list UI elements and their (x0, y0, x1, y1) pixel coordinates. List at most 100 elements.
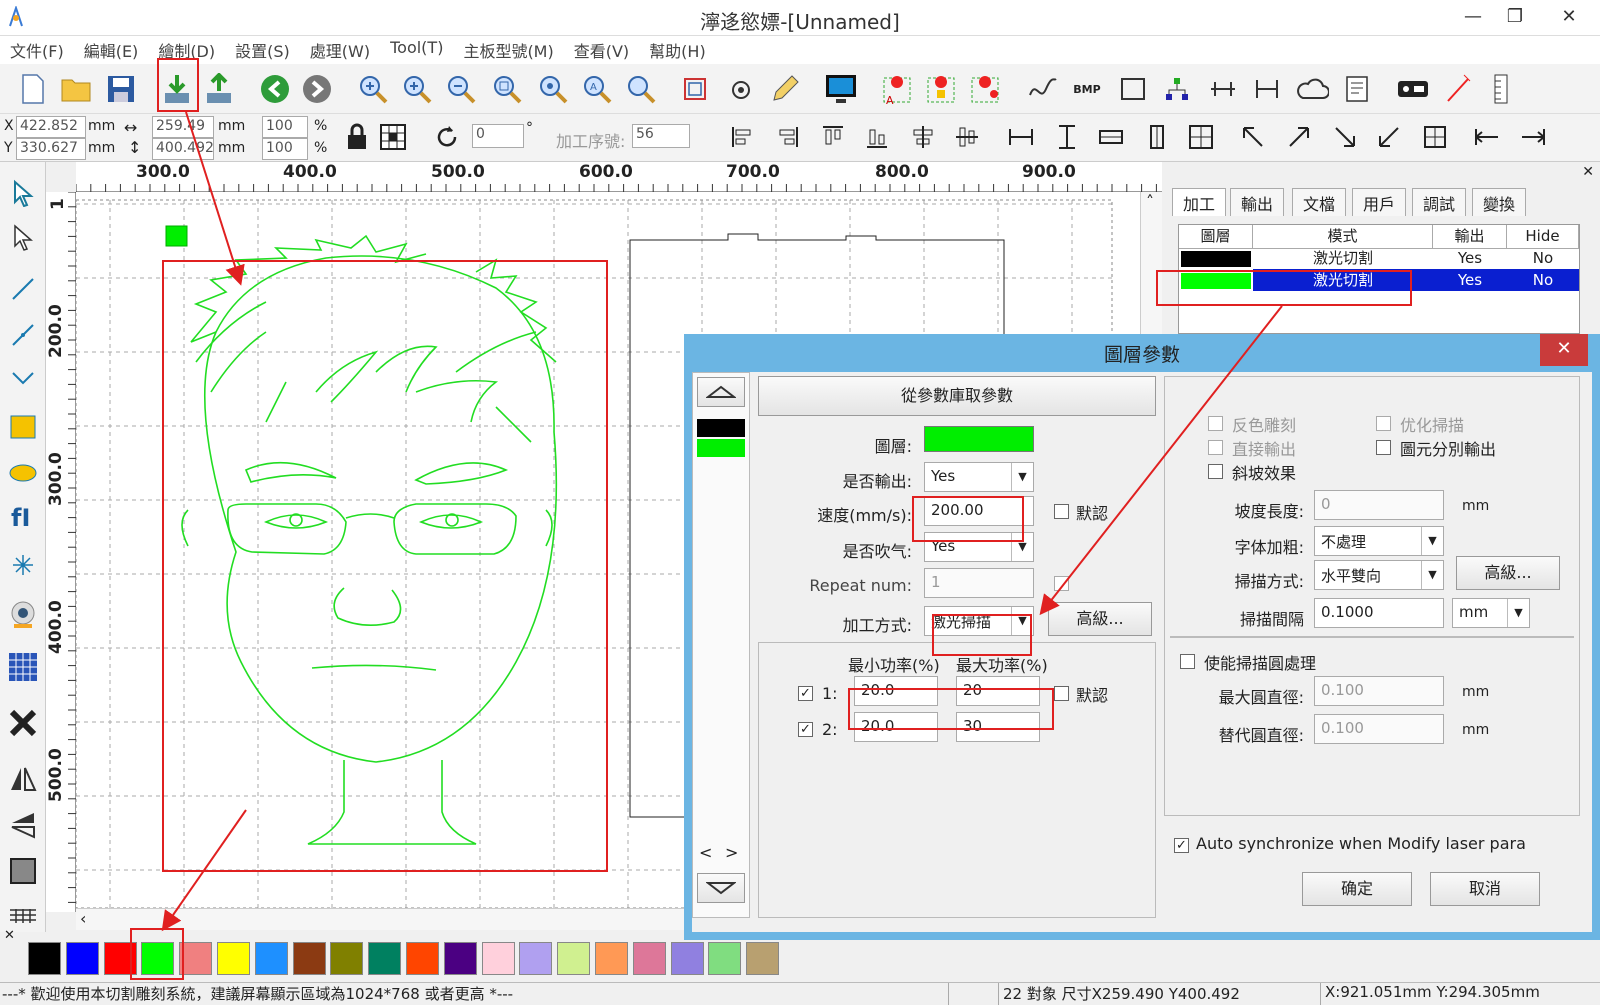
move-left-icon[interactable] (1472, 122, 1502, 152)
frame-tool-icon[interactable] (6, 854, 40, 888)
slope-effect-checkbox[interactable] (1208, 464, 1223, 479)
save-icon[interactable] (102, 70, 140, 108)
tab-output[interactable]: 輸出 (1230, 188, 1285, 216)
open-folder-icon[interactable] (58, 70, 96, 108)
grid-position-icon[interactable] (378, 122, 408, 152)
monitor-icon[interactable] (822, 70, 860, 108)
back-arrow-icon[interactable] (256, 70, 294, 108)
get-params-button[interactable]: 從參數庫取參數 (758, 376, 1156, 416)
align-vcenter-icon[interactable] (952, 122, 982, 152)
menu-file[interactable]: 文件(F) (0, 36, 74, 64)
layer-row-2-output[interactable]: Yes (1433, 269, 1507, 291)
layer-color-box[interactable] (924, 426, 1034, 452)
curve-icon[interactable] (1024, 70, 1062, 108)
align-bottom-icon[interactable] (862, 122, 892, 152)
curve-tool-icon[interactable] (6, 364, 40, 398)
point-tool-icon[interactable] (6, 548, 40, 582)
machine-icon[interactable] (1394, 70, 1432, 108)
measure-icon[interactable] (1204, 70, 1242, 108)
optimize-scan-checkbox[interactable] (1376, 416, 1391, 431)
h-distribute-icon[interactable] (1096, 122, 1126, 152)
align-left-icon[interactable] (728, 122, 758, 152)
zoom-selected-icon[interactable] (622, 70, 660, 108)
tab-debug[interactable]: 調試 (1412, 188, 1467, 216)
zoom-all-icon[interactable]: A (578, 70, 616, 108)
align-hcenter-icon[interactable] (908, 122, 938, 152)
zoom-page-icon[interactable] (488, 70, 526, 108)
camera-icon[interactable] (6, 598, 40, 632)
scale-width-field[interactable]: 100 (262, 116, 308, 138)
width-field[interactable]: 259.49 (152, 116, 214, 138)
slope-length-input[interactable]: 0 (1314, 490, 1444, 520)
repeat-checkbox[interactable] (1054, 576, 1069, 591)
palette-swatch[interactable] (557, 942, 591, 975)
layer-row-2-hide[interactable]: No (1507, 269, 1579, 291)
forward-arrow-icon[interactable] (298, 70, 336, 108)
x-coord-field[interactable]: 422.852 (16, 116, 86, 138)
palette-swatch[interactable] (632, 942, 666, 975)
direct-output-checkbox[interactable] (1208, 440, 1223, 455)
palette-swatch[interactable] (443, 942, 477, 975)
y-coord-field[interactable]: 330.627 (16, 138, 86, 160)
alt-circle-input[interactable]: 0.100 (1314, 714, 1444, 744)
reverse-engrave-checkbox[interactable] (1208, 416, 1223, 431)
palette-swatch[interactable] (519, 942, 553, 975)
edit-node-icon[interactable] (766, 70, 804, 108)
height-field[interactable]: 400.492 (152, 138, 214, 160)
minimize-button[interactable]: — (1452, 2, 1494, 32)
laser-icon[interactable] (1440, 70, 1478, 108)
tab-transform[interactable]: 變換 (1472, 188, 1527, 216)
scroll-up-icon[interactable]: ˄ (1146, 192, 1154, 211)
same-width-icon[interactable] (1006, 122, 1036, 152)
eye-icon[interactable] (722, 70, 760, 108)
align-right-icon[interactable] (772, 122, 802, 152)
palette-swatch[interactable] (708, 942, 742, 975)
distance-icon[interactable] (1248, 70, 1286, 108)
palette-swatch[interactable] (217, 942, 250, 975)
speed-default-checkbox[interactable] (1054, 504, 1069, 519)
zoom-in-icon[interactable] (354, 70, 392, 108)
layer-params-icon[interactable] (1338, 70, 1376, 108)
auto-sync-checkbox[interactable]: ✓ (1174, 838, 1189, 853)
palette-swatch[interactable] (595, 942, 628, 975)
move-bottomleft-icon[interactable] (1374, 122, 1404, 152)
maximize-button[interactable]: ❐ (1494, 2, 1536, 32)
line-icon[interactable] (6, 272, 40, 306)
menu-tool[interactable]: Tool(T) (380, 36, 453, 64)
new-file-icon[interactable] (14, 70, 52, 108)
power-1-checkbox[interactable]: ✓ (798, 686, 813, 701)
layer-swatch-green[interactable] (697, 439, 745, 457)
max-circle-input[interactable]: 0.100 (1314, 676, 1444, 706)
output-select[interactable]: Yes ▼ (924, 462, 1034, 492)
palette-swatch[interactable] (179, 942, 213, 975)
palette-swatch[interactable] (406, 942, 439, 975)
scroll-up-button[interactable] (697, 377, 745, 407)
mirror-horizontal-icon[interactable] (6, 762, 40, 796)
scroll-down-button[interactable] (697, 873, 745, 903)
layer-row-1-hide[interactable]: No (1507, 247, 1579, 269)
move-right-icon[interactable] (1518, 122, 1548, 152)
palette-swatch[interactable] (330, 942, 364, 975)
palette-swatch[interactable] (28, 942, 61, 975)
repeat-input[interactable]: 1 (924, 568, 1034, 598)
palette-close-icon[interactable]: ✕ (4, 928, 15, 943)
zoom-fit-icon[interactable] (534, 70, 572, 108)
ellipse-tool-icon[interactable] (6, 456, 40, 490)
rotate-icon[interactable] (432, 122, 462, 152)
scan-gap-input[interactable]: 0.1000 (1314, 598, 1444, 628)
text-tool-icon[interactable]: fI (6, 500, 40, 534)
tab-document[interactable]: 文檔 (1292, 188, 1347, 216)
rotate-angle-field[interactable]: 0 (472, 124, 524, 148)
scan-mode-select[interactable]: 水平雙向 ▼ (1314, 560, 1444, 590)
layer-row-1-mode[interactable]: 激光切割 (1253, 247, 1433, 269)
grid-tool-icon[interactable] (6, 898, 40, 932)
menu-settings[interactable]: 設置(S) (225, 36, 300, 64)
cloud-icon[interactable] (1294, 70, 1332, 108)
nav-right-icon[interactable]: > (725, 843, 738, 862)
menu-help[interactable]: 幫助(H) (639, 36, 716, 64)
delete-icon[interactable] (6, 706, 40, 740)
frame-icon[interactable] (676, 70, 714, 108)
mirror-vertical-icon[interactable] (6, 808, 40, 842)
layer-row-1-color[interactable] (1181, 251, 1251, 267)
cancel-button[interactable]: 取消 (1430, 872, 1540, 906)
